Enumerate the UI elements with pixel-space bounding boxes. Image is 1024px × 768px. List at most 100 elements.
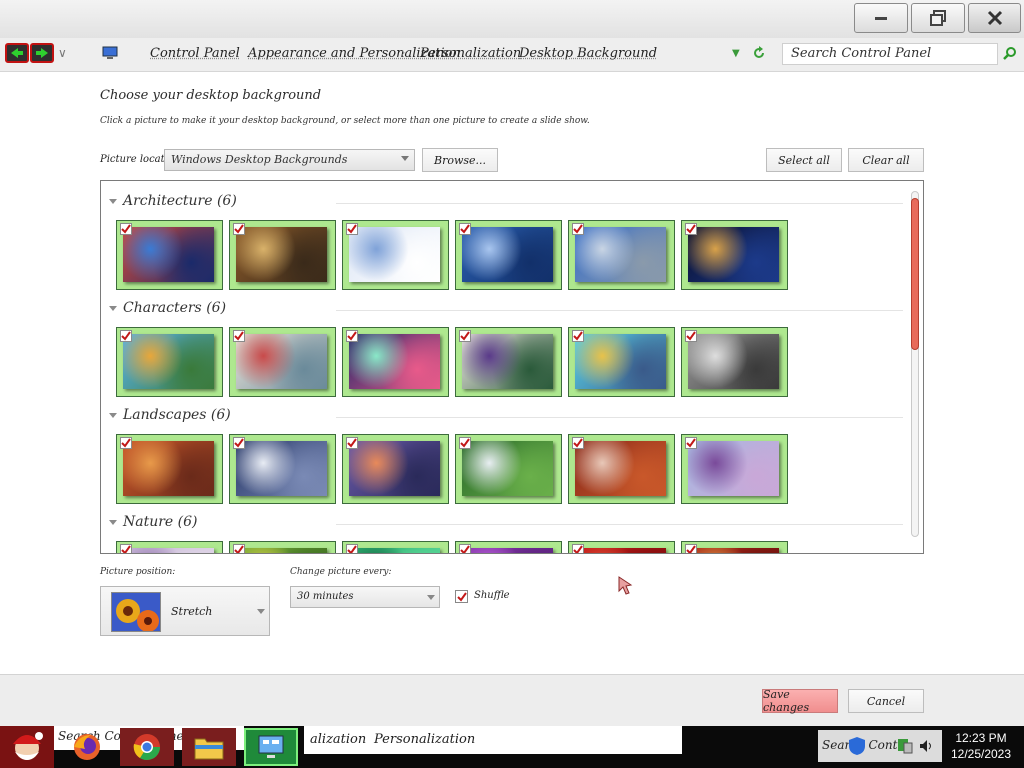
wallpaper-tile[interactable] [229, 541, 336, 553]
taskbar-file-explorer[interactable] [182, 728, 236, 766]
collapse-triangle-icon[interactable] [109, 412, 117, 418]
wallpaper-tile[interactable] [681, 220, 788, 290]
wallpaper-tile[interactable] [342, 434, 449, 504]
breadcrumb-separator[interactable]: › [228, 46, 232, 59]
taskbar-firefox[interactable] [60, 728, 114, 766]
wallpaper-tile[interactable] [342, 541, 449, 553]
recent-pages-chevron-icon[interactable]: ∨ [58, 46, 67, 60]
network-icon[interactable] [896, 737, 914, 755]
wallpaper-checkbox[interactable] [685, 544, 697, 553]
change-interval-select[interactable]: 30 minutes [290, 586, 440, 608]
system-tray[interactable]: Search Cont [818, 730, 942, 762]
breadcrumb-separator[interactable]: › [500, 46, 504, 59]
wallpaper-checkbox[interactable] [346, 330, 358, 342]
shield-icon[interactable] [848, 736, 866, 756]
wallpaper-checkbox[interactable] [346, 544, 358, 553]
wallpaper-checkbox[interactable] [120, 330, 132, 342]
wallpaper-tile[interactable] [342, 220, 449, 290]
control-panel-icon [258, 735, 284, 758]
wallpaper-checkbox[interactable] [346, 223, 358, 235]
wallpaper-tile[interactable] [229, 220, 336, 290]
search-input[interactable]: Search Control Panel [782, 43, 998, 65]
back-button[interactable] [5, 43, 29, 63]
wallpaper-tile[interactable] [116, 327, 223, 397]
address-dropdown-icon[interactable]: ▼ [732, 48, 740, 59]
wallpaper-tile[interactable] [568, 220, 675, 290]
wallpaper-checkbox[interactable] [572, 223, 584, 235]
wallpaper-tile[interactable] [681, 327, 788, 397]
wallpaper-tile[interactable] [342, 327, 449, 397]
vertical-scrollbar[interactable] [911, 191, 919, 537]
volume-icon[interactable] [918, 738, 934, 754]
wallpaper-tile[interactable] [568, 327, 675, 397]
clock-date[interactable]: 12/25/2023 [946, 747, 1016, 761]
breadcrumb-separator[interactable]: › [401, 46, 405, 59]
group-header-nature[interactable]: Nature (6) [109, 514, 198, 530]
forward-button[interactable] [30, 43, 54, 63]
collapse-triangle-icon[interactable] [109, 519, 117, 525]
wallpaper-checkbox[interactable] [233, 330, 245, 342]
picture-position-select[interactable]: Stretch [100, 586, 270, 636]
wallpaper-tile[interactable] [455, 541, 562, 553]
collapse-triangle-icon[interactable] [109, 198, 117, 204]
restore-button[interactable] [911, 3, 965, 33]
group-header-landscapes[interactable]: Landscapes (6) [109, 407, 231, 423]
wallpaper-tile[interactable] [568, 434, 675, 504]
breadcrumb-desktop-background[interactable]: Desktop Background [519, 46, 657, 61]
clock-time[interactable]: 12:23 PM [946, 731, 1016, 745]
wallpaper-checkbox[interactable] [685, 330, 697, 342]
wallpaper-tile[interactable] [229, 434, 336, 504]
wallpaper-checkbox[interactable] [459, 223, 471, 235]
clear-all-button[interactable]: Clear all [848, 148, 924, 172]
cancel-button[interactable]: Cancel [848, 689, 924, 713]
close-icon [987, 10, 1002, 26]
group-header-characters[interactable]: Characters (6) [109, 300, 226, 316]
wallpaper-checkbox[interactable] [572, 330, 584, 342]
select-all-button[interactable]: Select all [766, 148, 842, 172]
browse-button[interactable]: Browse... [422, 148, 498, 172]
close-button[interactable] [968, 3, 1021, 33]
group-count: (6) [216, 193, 237, 209]
wallpaper-checkbox[interactable] [346, 437, 358, 449]
wallpaper-tile[interactable] [568, 541, 675, 553]
search-icon[interactable] [1003, 46, 1017, 60]
position-preview-image [111, 592, 161, 632]
wallpaper-checkbox[interactable] [685, 437, 697, 449]
save-changes-button[interactable]: Save changes [762, 688, 838, 714]
wallpaper-checkbox[interactable] [233, 223, 245, 235]
wallpaper-tile[interactable] [116, 220, 223, 290]
shuffle-checkbox[interactable] [455, 590, 468, 603]
wallpaper-checkbox[interactable] [459, 437, 471, 449]
wallpaper-checkbox[interactable] [685, 223, 697, 235]
wallpaper-checkbox[interactable] [120, 223, 132, 235]
collapse-triangle-icon[interactable] [109, 305, 117, 311]
wallpaper-thumbnail [462, 548, 553, 553]
wallpaper-checkbox[interactable] [459, 544, 471, 553]
wallpaper-tile[interactable] [455, 220, 562, 290]
wallpaper-tile[interactable] [229, 327, 336, 397]
wallpaper-tile[interactable] [681, 541, 788, 553]
breadcrumb-personalization[interactable]: Personalization [420, 46, 521, 61]
breadcrumb-control-panel[interactable]: Control Panel [150, 46, 240, 61]
picture-location-select[interactable]: Windows Desktop Backgrounds [164, 149, 415, 171]
wallpaper-tile[interactable] [455, 434, 562, 504]
wallpaper-checkbox[interactable] [120, 437, 132, 449]
wallpaper-checkbox[interactable] [233, 544, 245, 553]
wallpaper-checkbox[interactable] [572, 437, 584, 449]
start-button[interactable] [0, 726, 54, 768]
wallpaper-thumbnail [123, 334, 214, 389]
wallpaper-checkbox[interactable] [572, 544, 584, 553]
scrollbar-thumb[interactable] [911, 198, 919, 350]
wallpaper-tile[interactable] [116, 434, 223, 504]
wallpaper-checkbox[interactable] [120, 544, 132, 553]
refresh-icon[interactable] [751, 45, 767, 61]
taskbar-chrome[interactable] [120, 728, 174, 766]
wallpaper-tile[interactable] [116, 541, 223, 553]
minimize-button[interactable] [854, 3, 908, 33]
wallpaper-checkbox[interactable] [233, 437, 245, 449]
wallpaper-tile[interactable] [681, 434, 788, 504]
group-header-architecture[interactable]: Architecture (6) [109, 193, 237, 209]
wallpaper-tile[interactable] [455, 327, 562, 397]
wallpaper-checkbox[interactable] [459, 330, 471, 342]
taskbar-control-panel[interactable] [244, 728, 298, 766]
